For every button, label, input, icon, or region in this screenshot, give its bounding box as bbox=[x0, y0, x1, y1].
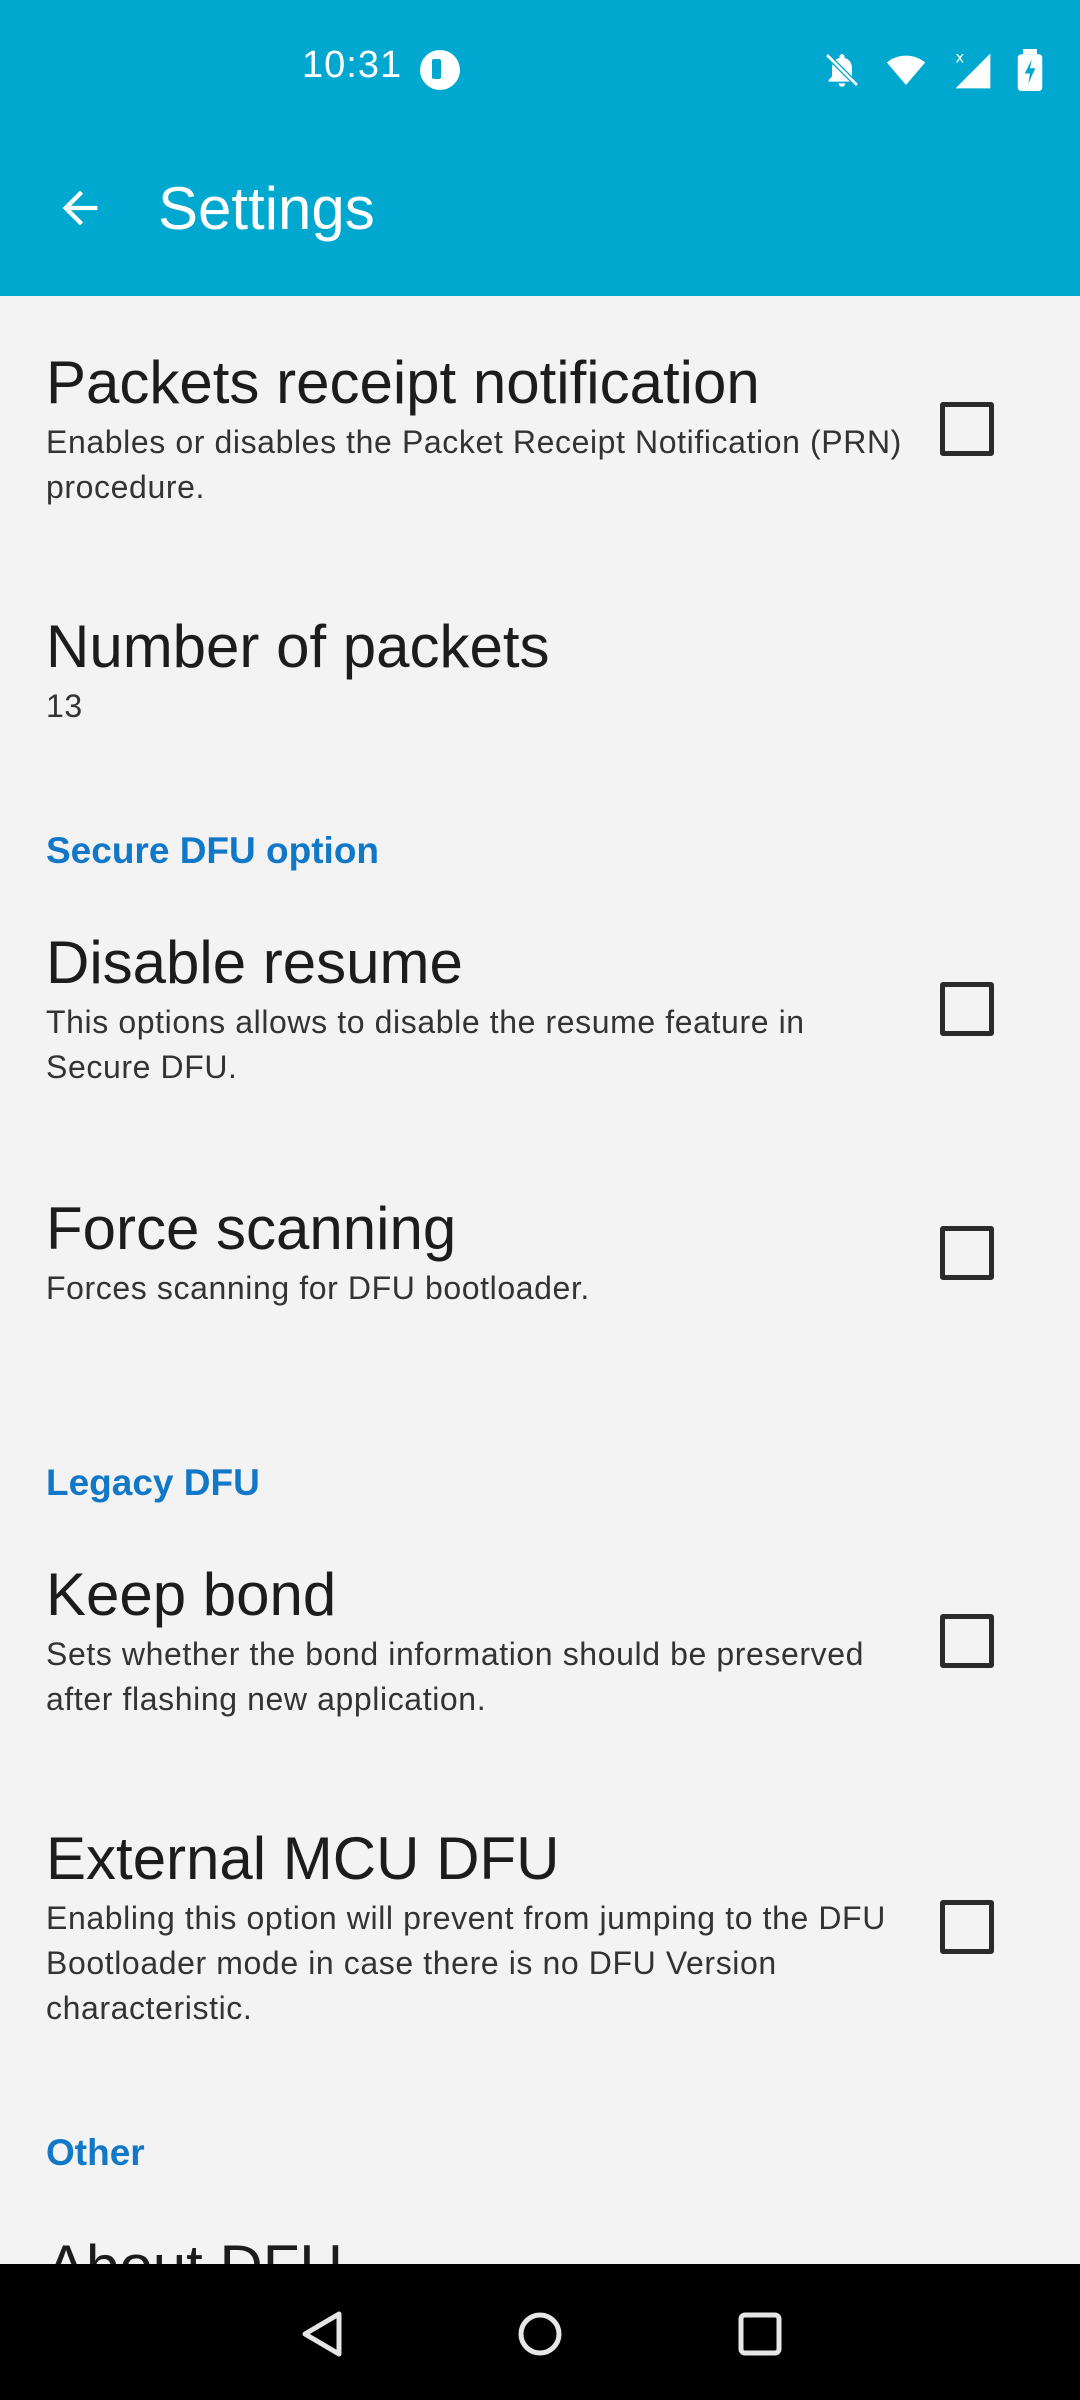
wifi-icon bbox=[886, 55, 926, 85]
status-time: 10:31 bbox=[302, 44, 403, 86]
pref-title: External MCU DFU bbox=[46, 1825, 560, 1892]
category-other: Other bbox=[46, 2132, 145, 2173]
nav-back-button[interactable] bbox=[282, 2294, 362, 2374]
pref-about-dfu[interactable]: About DFU bbox=[46, 2230, 1046, 2264]
pref-external-mcu-dfu[interactable]: External MCU DFU Enabling this option wi… bbox=[46, 1822, 1046, 2031]
nav-recents-button[interactable] bbox=[720, 2294, 800, 2374]
pref-summary: Enables or disables the Packet Receipt N… bbox=[46, 424, 902, 505]
pref-force-scanning[interactable]: Force scanning Forces scanning for DFU b… bbox=[46, 1192, 1046, 1311]
pref-title: Disable resume bbox=[46, 929, 463, 996]
checkbox-keep-bond[interactable] bbox=[940, 1614, 994, 1668]
bell-off-icon bbox=[825, 53, 859, 87]
pref-title: About DFU bbox=[46, 2230, 1046, 2264]
pref-title: Force scanning bbox=[46, 1195, 457, 1262]
nav-back-icon bbox=[302, 2311, 342, 2357]
pref-title: Packets receipt notification bbox=[46, 349, 760, 416]
pref-summary: This options allows to disable the resum… bbox=[46, 1004, 805, 1085]
settings-list: Packets receipt notification Enables or … bbox=[0, 296, 1080, 2264]
pref-summary: Forces scanning for DFU bootloader. bbox=[46, 1270, 590, 1306]
pref-summary: 13 bbox=[46, 688, 83, 724]
cell-signal-icon: x bbox=[955, 50, 991, 89]
pref-summary: Enabling this option will prevent from j… bbox=[46, 1900, 886, 2026]
nav-home-button[interactable] bbox=[500, 2294, 580, 2374]
pref-title: Number of packets bbox=[46, 613, 550, 680]
settings-screen: 10:31 x Settings Packets receipt notific… bbox=[0, 0, 1080, 2400]
svg-text:x: x bbox=[956, 50, 965, 67]
category-legacy-dfu: Legacy DFU bbox=[46, 1462, 260, 1503]
navigation-bar bbox=[0, 2264, 1080, 2400]
pref-number-of-packets[interactable]: Number of packets 13 bbox=[46, 610, 1046, 729]
checkbox-external-mcu-dfu[interactable] bbox=[940, 1900, 994, 1954]
pref-disable-resume[interactable]: Disable resume This options allows to di… bbox=[46, 926, 1046, 1090]
arrow-back-icon bbox=[62, 190, 98, 226]
pref-summary: Sets whether the bond information should… bbox=[46, 1636, 865, 1717]
nav-recents-icon bbox=[738, 2312, 782, 2356]
checkbox-disable-resume[interactable] bbox=[940, 982, 994, 1036]
app-notification-icon bbox=[420, 50, 460, 90]
battery-charging-icon bbox=[1017, 49, 1043, 91]
checkbox-packets-receipt-notification[interactable] bbox=[940, 402, 994, 456]
page-title: Settings bbox=[158, 175, 375, 242]
nav-home-icon bbox=[518, 2312, 562, 2356]
back-button[interactable] bbox=[40, 168, 120, 248]
pref-title: Keep bond bbox=[46, 1561, 337, 1628]
category-secure-dfu: Secure DFU option bbox=[46, 830, 380, 871]
pref-keep-bond[interactable]: Keep bond Sets whether the bond informat… bbox=[46, 1558, 1046, 1722]
checkbox-force-scanning[interactable] bbox=[940, 1226, 994, 1280]
pref-packets-receipt-notification[interactable]: Packets receipt notification Enables or … bbox=[46, 346, 1046, 510]
status-icons: x bbox=[822, 48, 1044, 92]
app-bar: 10:31 x Settings bbox=[0, 0, 1080, 296]
